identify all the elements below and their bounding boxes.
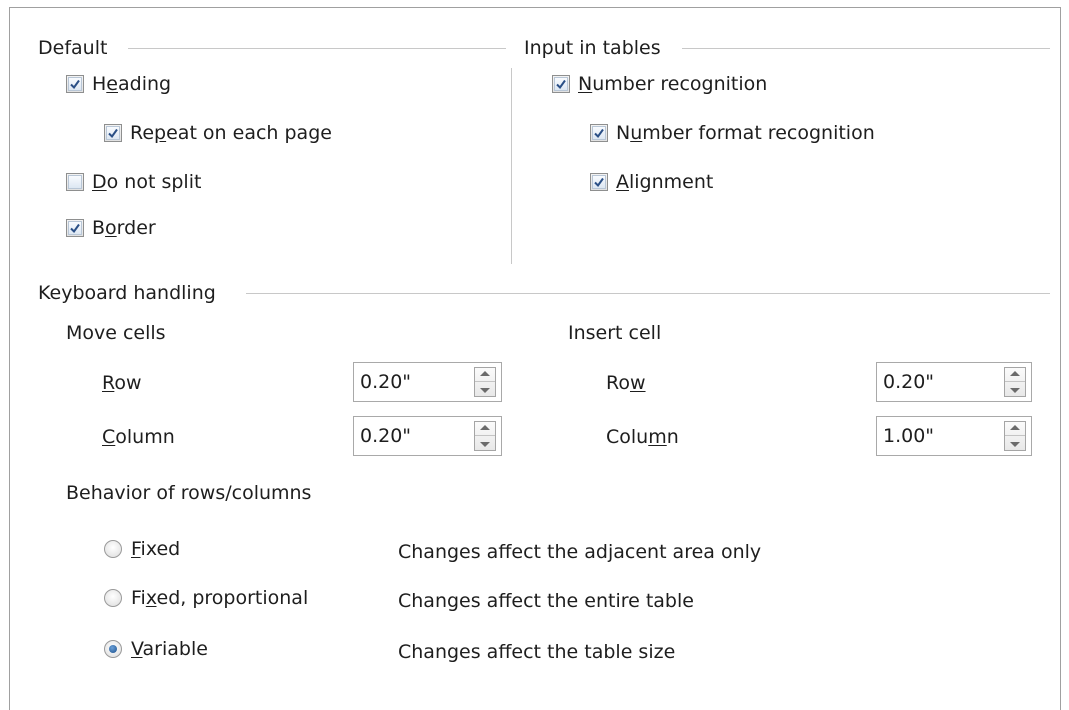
checkbox-box — [590, 173, 608, 191]
repeat-on-each-page-checkbox[interactable]: Repeat on each page — [104, 121, 332, 145]
alignment-label: Alignment — [616, 171, 714, 193]
fixed-radio[interactable]: Fixed — [104, 537, 180, 561]
checkbox-box — [104, 124, 122, 142]
move-row-value[interactable]: 0.20" — [354, 371, 474, 393]
border-checkbox[interactable]: Border — [66, 216, 156, 240]
radio-circle — [104, 589, 122, 607]
spin-down-icon[interactable] — [480, 442, 490, 448]
checkmark-icon — [108, 128, 118, 139]
number-format-recognition-label: Number format recognition — [616, 122, 875, 144]
checkmark-icon — [594, 128, 604, 139]
spin-down-icon[interactable] — [1010, 442, 1020, 448]
move-column-label: Column — [102, 426, 175, 448]
fixed-description: Changes affect the adjacent area only — [398, 541, 762, 563]
insert-row-value[interactable]: 0.20" — [877, 371, 1004, 393]
repeat-on-each-page-label: Repeat on each page — [130, 122, 332, 144]
variable-label: Variable — [131, 638, 208, 660]
fixed-proportional-radio[interactable]: Fixed, proportional — [104, 586, 308, 610]
heading-label: Heading — [92, 73, 172, 95]
checkbox-box — [590, 124, 608, 142]
variable-description: Changes affect the table size — [398, 641, 676, 663]
checkmark-icon — [556, 79, 566, 90]
spin-up-icon[interactable] — [1010, 424, 1020, 430]
spin-buttons[interactable] — [474, 367, 496, 397]
fixed-label: Fixed — [131, 538, 181, 560]
move-row-label: Row — [102, 372, 142, 394]
default-section-rule — [128, 48, 506, 49]
fixed-proportional-description: Changes affect the entire table — [398, 590, 694, 612]
checkmark-icon — [70, 79, 80, 90]
number-format-recognition-checkbox[interactable]: Number format recognition — [590, 121, 875, 145]
insert-column-label: Column — [606, 426, 679, 448]
move-cells-title: Move cells — [66, 322, 166, 344]
spin-up-icon[interactable] — [480, 424, 490, 430]
radio-circle — [104, 640, 122, 658]
do-not-split-checkbox[interactable]: Do not split — [66, 170, 201, 194]
move-row-spinbox[interactable]: 0.20" — [353, 362, 502, 402]
input-in-tables-rule — [682, 48, 1050, 49]
spin-up-icon[interactable] — [480, 370, 490, 376]
spin-buttons[interactable] — [1004, 367, 1026, 397]
radio-circle — [104, 540, 122, 558]
spin-down-icon[interactable] — [480, 388, 490, 394]
checkbox-box — [66, 173, 84, 191]
variable-radio[interactable]: Variable — [104, 637, 208, 661]
checkmark-icon — [594, 177, 604, 188]
checkbox-box — [66, 75, 84, 93]
heading-checkbox[interactable]: Heading — [66, 72, 171, 96]
keyboard-handling-title: Keyboard handling — [38, 282, 216, 304]
move-column-spinbox[interactable]: 0.20" — [353, 416, 502, 456]
default-section-title: Default — [38, 37, 108, 59]
checkbox-box — [552, 75, 570, 93]
input-in-tables-title: Input in tables — [524, 37, 661, 59]
do-not-split-label: Do not split — [92, 171, 202, 193]
number-recognition-label: Number recognition — [578, 73, 768, 95]
spin-down-icon[interactable] — [1010, 388, 1020, 394]
checkbox-box — [66, 219, 84, 237]
alignment-checkbox[interactable]: Alignment — [590, 170, 713, 194]
section-divider — [511, 68, 512, 264]
move-column-value[interactable]: 0.20" — [354, 425, 474, 447]
fixed-proportional-label: Fixed, proportional — [131, 587, 309, 609]
insert-cell-title: Insert cell — [568, 322, 662, 344]
spin-buttons[interactable] — [474, 421, 496, 451]
border-label: Border — [92, 217, 156, 239]
spin-buttons[interactable] — [1004, 421, 1026, 451]
behavior-title: Behavior of rows/columns — [66, 482, 312, 504]
insert-column-value[interactable]: 1.00" — [877, 425, 1004, 447]
spin-up-icon[interactable] — [1010, 370, 1020, 376]
insert-row-spinbox[interactable]: 0.20" — [876, 362, 1032, 402]
number-recognition-checkbox[interactable]: Number recognition — [552, 72, 767, 96]
keyboard-handling-rule — [246, 293, 1050, 294]
radio-dot-icon — [109, 645, 117, 653]
insert-row-label: Row — [606, 372, 646, 394]
checkmark-icon — [70, 223, 80, 234]
insert-column-spinbox[interactable]: 1.00" — [876, 416, 1032, 456]
